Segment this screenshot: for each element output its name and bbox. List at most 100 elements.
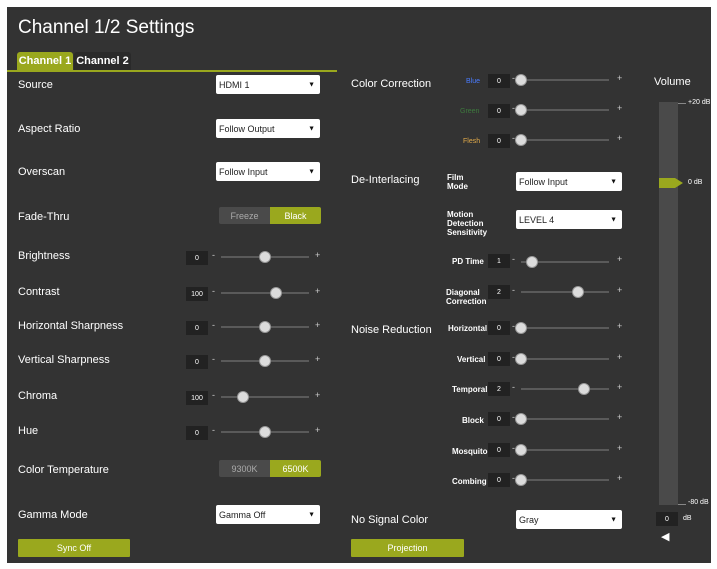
nr-horizontal-track[interactable]: [521, 327, 609, 329]
blue-value[interactable]: 0: [488, 74, 510, 88]
brightness-thumb[interactable]: [260, 252, 270, 262]
plus-icon[interactable]: +: [617, 443, 622, 453]
minus-icon[interactable]: -: [512, 103, 515, 113]
diagonal-correction-track[interactable]: [521, 291, 609, 293]
speaker-icon[interactable]: ◀: [661, 530, 669, 543]
minus-icon[interactable]: -: [212, 250, 215, 260]
plus-icon[interactable]: +: [617, 382, 622, 392]
plus-icon[interactable]: +: [315, 425, 320, 435]
sync-off-button[interactable]: Sync Off: [18, 539, 130, 557]
minus-icon[interactable]: -: [512, 321, 515, 331]
green-thumb[interactable]: [516, 105, 526, 115]
nr-vertical-value[interactable]: 0: [488, 352, 510, 366]
overscan-select[interactable]: Follow Input ▼: [216, 162, 320, 181]
minus-icon[interactable]: -: [512, 443, 515, 453]
motion-detection-select[interactable]: LEVEL 4 ▼: [516, 210, 622, 229]
plus-icon[interactable]: +: [617, 73, 622, 83]
contrast-thumb[interactable]: [270, 288, 281, 298]
plus-icon[interactable]: +: [617, 103, 622, 113]
volume-track[interactable]: [659, 102, 678, 505]
contrast-value[interactable]: 100: [186, 287, 208, 301]
minus-icon[interactable]: -: [512, 73, 515, 83]
plus-icon[interactable]: +: [315, 390, 320, 400]
nr-mosquito-thumb[interactable]: [516, 445, 526, 455]
blue-thumb[interactable]: [516, 75, 526, 85]
volume-value[interactable]: 0: [656, 512, 678, 526]
plus-icon[interactable]: +: [315, 354, 320, 364]
nr-combing-thumb[interactable]: [516, 475, 526, 485]
nr-vertical-track[interactable]: [521, 358, 609, 360]
minus-icon[interactable]: -: [512, 473, 515, 483]
flesh-track[interactable]: [521, 139, 609, 141]
plus-icon[interactable]: +: [617, 473, 622, 483]
nr-mosquito-value[interactable]: 0: [488, 443, 510, 457]
black-option[interactable]: Black: [270, 207, 321, 224]
vertical-sharpness-value[interactable]: 0: [186, 355, 208, 369]
plus-icon[interactable]: +: [617, 352, 622, 362]
minus-icon[interactable]: -: [512, 352, 515, 362]
pd-time-value[interactable]: 1: [488, 254, 510, 268]
volume-handle[interactable]: [657, 177, 685, 189]
minus-icon[interactable]: -: [512, 133, 515, 143]
freeze-option[interactable]: Freeze: [219, 207, 270, 224]
plus-icon[interactable]: +: [617, 133, 622, 143]
chroma-thumb[interactable]: [238, 392, 248, 402]
6500k-option[interactable]: 6500K: [270, 460, 321, 477]
no-signal-color-select[interactable]: Gray ▼: [516, 510, 622, 529]
9300k-option[interactable]: 9300K: [219, 460, 270, 477]
diagonal-correction-value[interactable]: 2: [488, 285, 510, 299]
plus-icon[interactable]: +: [315, 320, 320, 330]
film-mode-select[interactable]: Follow Input ▼: [516, 172, 622, 191]
chroma-value[interactable]: 100: [186, 391, 208, 405]
minus-icon[interactable]: -: [212, 286, 215, 296]
aspect-ratio-select[interactable]: Follow Output ▼: [216, 119, 320, 138]
minus-icon[interactable]: -: [512, 382, 515, 392]
hue-thumb[interactable]: [260, 427, 270, 437]
nr-combing-track[interactable]: [521, 479, 609, 481]
hue-label: Hue: [18, 425, 39, 437]
contrast-track[interactable]: [221, 292, 309, 294]
minus-icon[interactable]: -: [512, 285, 515, 295]
horizontal-sharpness-thumb[interactable]: [260, 322, 270, 332]
minus-icon[interactable]: -: [212, 354, 215, 364]
green-track[interactable]: [521, 109, 609, 111]
tab-channel-2[interactable]: Channel 2: [74, 52, 131, 70]
minus-icon[interactable]: -: [512, 254, 515, 264]
vertical-sharpness-thumb[interactable]: [260, 356, 270, 366]
gamma-mode-value: Gamma Off: [219, 509, 266, 520]
nr-block-track[interactable]: [521, 418, 609, 420]
source-select[interactable]: HDMI 1 ▼: [216, 75, 320, 94]
nr-block-value[interactable]: 0: [488, 412, 510, 426]
plus-icon[interactable]: +: [315, 250, 320, 260]
plus-icon[interactable]: +: [617, 321, 622, 331]
gamma-mode-select[interactable]: Gamma Off ▼: [216, 505, 320, 524]
nr-temporal-track[interactable]: [521, 388, 609, 390]
nr-combing-label: Combing: [452, 477, 487, 486]
nr-horizontal-value[interactable]: 0: [488, 321, 510, 335]
nr-combing-value[interactable]: 0: [488, 473, 510, 487]
plus-icon[interactable]: +: [617, 254, 622, 264]
minus-icon[interactable]: -: [512, 412, 515, 422]
nr-block-thumb[interactable]: [516, 414, 526, 424]
brightness-value[interactable]: 0: [186, 251, 208, 265]
nr-horizontal-thumb[interactable]: [516, 323, 526, 333]
blue-track[interactable]: [521, 79, 609, 81]
plus-icon[interactable]: +: [617, 412, 622, 422]
tab-channel-1[interactable]: Channel 1: [17, 52, 73, 70]
pd-time-thumb[interactable]: [526, 257, 537, 267]
chroma-track[interactable]: [221, 396, 309, 398]
plus-icon[interactable]: +: [315, 286, 320, 296]
flesh-thumb[interactable]: [516, 135, 526, 145]
green-value[interactable]: 0: [488, 104, 510, 118]
minus-icon[interactable]: -: [212, 390, 215, 400]
horizontal-sharpness-value[interactable]: 0: [186, 321, 208, 335]
hue-value[interactable]: 0: [186, 426, 208, 440]
minus-icon[interactable]: -: [212, 425, 215, 435]
flesh-value[interactable]: 0: [488, 134, 510, 148]
nr-mosquito-track[interactable]: [521, 449, 609, 451]
nr-temporal-value[interactable]: 2: [488, 382, 510, 396]
minus-icon[interactable]: -: [212, 320, 215, 330]
projection-button[interactable]: Projection: [351, 539, 464, 557]
nr-vertical-thumb[interactable]: [516, 354, 526, 364]
plus-icon[interactable]: +: [617, 285, 622, 295]
